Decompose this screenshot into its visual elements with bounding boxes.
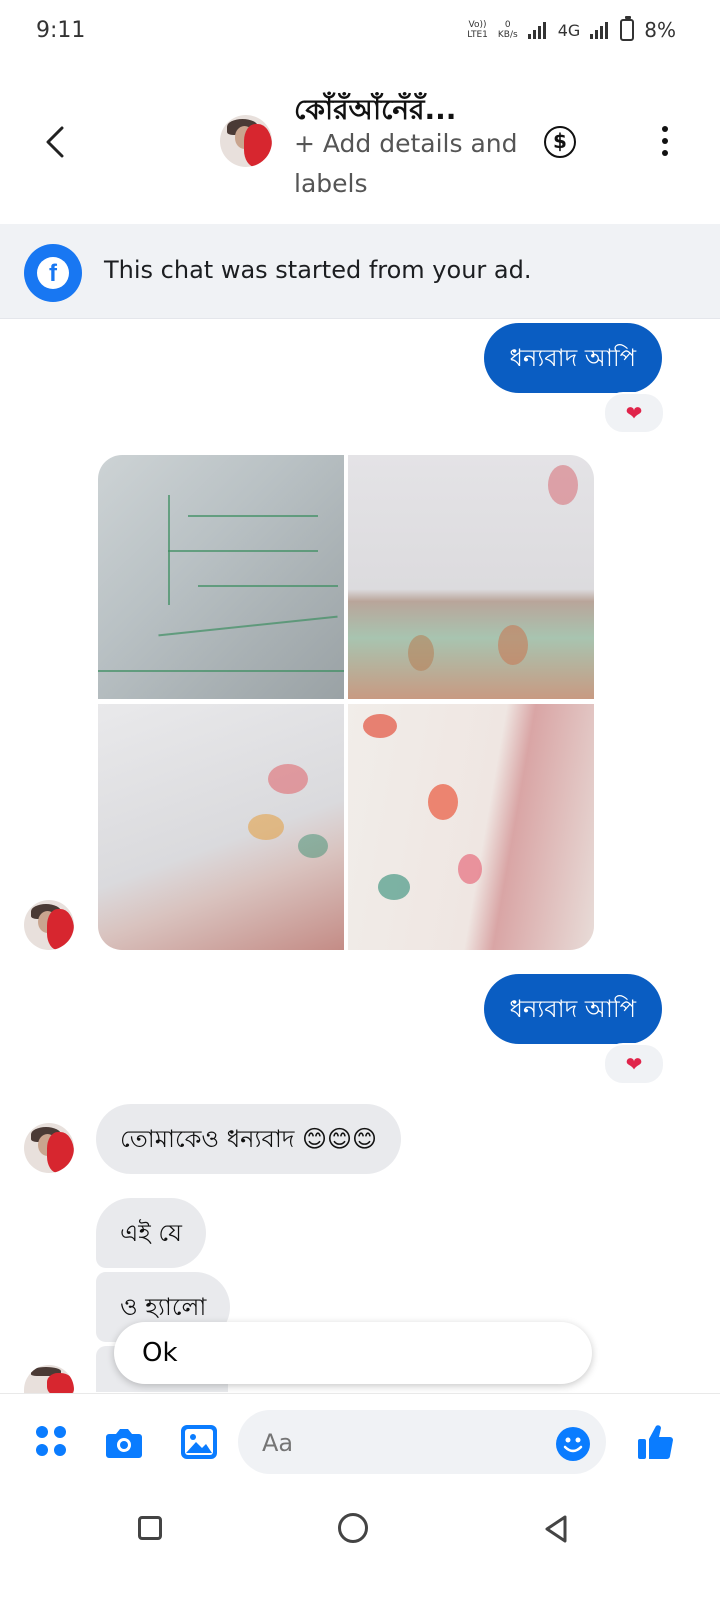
signal-icon-2: [590, 22, 609, 39]
heart-reaction[interactable]: ❤: [603, 1043, 665, 1085]
outgoing-message[interactable]: ধন্যবাদ আপি: [483, 974, 662, 1044]
chevron-left-icon: [46, 126, 64, 158]
photo-attachment[interactable]: [348, 455, 594, 699]
status-time: 9:11: [36, 18, 86, 43]
incoming-message[interactable]: এই যে: [96, 1198, 206, 1268]
photo-attachment[interactable]: [98, 455, 344, 699]
four-dots-menu-icon[interactable]: [36, 1426, 68, 1458]
sender-avatar: [24, 1365, 74, 1393]
back-button[interactable]: [38, 122, 74, 162]
photo-attachment[interactable]: [98, 704, 344, 950]
recent-apps-button[interactable]: [138, 1516, 162, 1540]
message-input[interactable]: [260, 1410, 554, 1476]
nav-back-button[interactable]: [542, 1514, 570, 1544]
thumbs-up-icon[interactable]: [636, 1422, 676, 1462]
camera-icon[interactable]: [104, 1424, 144, 1460]
home-button[interactable]: [338, 1513, 368, 1543]
dollar-circle-icon[interactable]: $: [544, 126, 576, 158]
battery-icon: [620, 16, 635, 41]
heart-reaction[interactable]: ❤: [603, 392, 665, 434]
facebook-logo-icon: f: [24, 244, 82, 302]
status-bar: 9:11 Vo)) LTE1 0 KB/s 4G 8%: [0, 0, 720, 64]
ad-banner-text: This chat was started from your ad.: [104, 256, 532, 284]
add-details-link[interactable]: + Add details and labels: [294, 124, 524, 204]
gallery-icon[interactable]: [180, 1424, 218, 1460]
sender-avatar: [24, 1123, 74, 1173]
signal-icon: [527, 22, 546, 39]
volte-indicator: Vo)) LTE1: [467, 20, 488, 40]
battery-percent: 8%: [644, 18, 676, 42]
contact-avatar[interactable]: [220, 115, 272, 167]
network-type: 4G: [557, 20, 581, 40]
network-speed: 0 KB/s: [497, 20, 518, 40]
photo-attachment[interactable]: [348, 704, 594, 950]
system-nav-bar: [0, 1483, 720, 1600]
sender-avatar: [24, 900, 74, 950]
more-vertical-icon[interactable]: [660, 126, 670, 162]
quick-reply-ok[interactable]: Ok: [114, 1322, 592, 1384]
emoji-icon[interactable]: [556, 1427, 590, 1461]
status-icons: Vo)) LTE1 0 KB/s 4G 8%: [467, 16, 676, 42]
message-input-container[interactable]: [238, 1410, 606, 1476]
outgoing-message[interactable]: ধন্যবাদ আপি: [483, 323, 662, 393]
incoming-message[interactable]: তোমাকেও ধন্যবাদ 😊😊😊: [96, 1104, 402, 1174]
